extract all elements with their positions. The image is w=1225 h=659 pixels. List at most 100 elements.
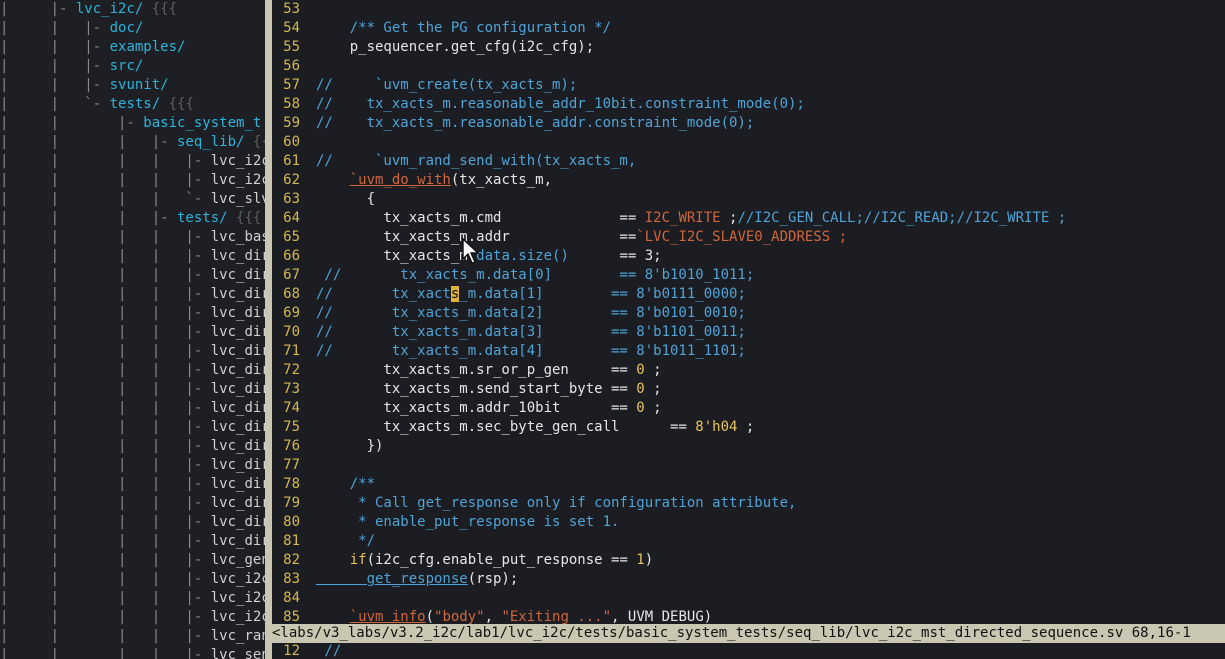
tree-file-item[interactable]: | | | | |- lvc_dire [0, 304, 267, 323]
tree-item-name: lvc_i2c/ [67, 1, 144, 17]
tree-file-item[interactable]: | | | | |- lvc_dire [0, 475, 267, 494]
tree-file-item[interactable]: | | | | |- lvc_dire [0, 285, 267, 304]
vertical-split-bar[interactable] [265, 0, 272, 659]
tree-file-item[interactable]: | | | | |- lvc_dire [0, 380, 267, 399]
tree-dir-item[interactable]: | |- lvc_i2c/ {{{ [0, 0, 267, 19]
code-token: get_response [316, 571, 468, 587]
code-line[interactable]: 54 /** Get the PG configuration */ [272, 19, 1225, 38]
tree-item-name: lvc_send [210, 647, 267, 659]
tree-item-name: lvc_dire [210, 381, 267, 397]
tree-file-item[interactable]: | | | | `- lvc_slv_ [0, 190, 267, 209]
tree-dir-item[interactable]: | | `- tests/ {{{ [0, 95, 267, 114]
code-line[interactable]: 66 tx_xacts_m.data.size() == 3; [272, 247, 1225, 266]
code-token: tx_xacts_m.sec_byte_gen_call == [316, 419, 696, 435]
code-line[interactable]: 70 // tx_xacts_m.data[3] == 8'b1101_0011; [272, 323, 1225, 342]
code-editor-pane[interactable]: 53 54 /** Get the PG configuration */55 p… [272, 0, 1225, 624]
code-line[interactable]: 58 // tx_xacts_m.reasonable_addr_10bit.co… [272, 95, 1225, 114]
code-line[interactable]: 77 [272, 456, 1225, 475]
tree-guides: | | | | |- [0, 419, 203, 435]
code-line[interactable]: 78 /** [272, 475, 1225, 494]
tree-file-item[interactable]: | | | | |- lvc_dire [0, 456, 267, 475]
code-line[interactable]: 56 [272, 57, 1225, 76]
tree-file-item[interactable]: | | | | |- lvc_dire [0, 494, 267, 513]
code-token: , [484, 609, 502, 624]
tree-file-item[interactable]: | | | | |- lvc_dire [0, 266, 267, 285]
tree-dir-item[interactable]: | | |- doc/ [0, 19, 267, 38]
code-token: // tx_xact [316, 286, 451, 302]
tree-dir-item[interactable]: | | |- examples/ [0, 38, 267, 57]
tree-dir-item[interactable]: | | |- basic_system_t [0, 114, 267, 133]
tree-guides: | | | | |- [0, 495, 203, 511]
tree-file-item[interactable]: | | | | |- lvc_rand [0, 627, 267, 646]
tree-item-name: basic_system_t [134, 115, 262, 131]
code-line[interactable]: 63 { [272, 190, 1225, 209]
tree-file-item[interactable]: | | | | |- lvc_dire [0, 323, 267, 342]
tree-guides: | | | | |- [0, 457, 203, 473]
code-line[interactable]: 76 }) [272, 437, 1225, 456]
code-line[interactable]: 60 [272, 133, 1225, 152]
tree-item-name: examples/ [101, 39, 186, 55]
tree-file-item[interactable]: | | | | |- lvc_dire [0, 361, 267, 380]
code-line[interactable]: 85 `uvm_info("body", "Exiting ...", UVM_… [272, 608, 1225, 624]
code-line[interactable]: 81 */ [272, 532, 1225, 551]
code-token: ; [644, 362, 662, 378]
code-token: ; [644, 381, 662, 397]
tree-item-name: lvc_i2c_ [210, 609, 267, 625]
code-token: // tx_xacts_m.reasonable_addr.constraint… [316, 115, 755, 131]
code-line[interactable]: 53 [272, 0, 1225, 19]
code-token: ) [644, 552, 654, 568]
tree-file-item[interactable]: | | | | |- lvc_gene [0, 551, 267, 570]
tree-guides: | | | | |- [0, 533, 203, 549]
line-number: 56 [283, 58, 300, 74]
tree-file-item[interactable]: | | | | |- lvc_dire [0, 532, 267, 551]
tree-file-item[interactable]: | | | | |- lvc_send [0, 646, 267, 659]
file-tree-pane[interactable]: | |- lvc_i2c/ {{{| | |- doc/| | |- examp… [0, 0, 267, 659]
tree-file-item[interactable]: | | | | |- lvc_i2c_ [0, 171, 267, 190]
tree-guides: | | | | |- [0, 628, 203, 644]
tree-file-item[interactable]: | | | | |- lvc_dire [0, 513, 267, 532]
tree-guides: | | |- [0, 115, 135, 131]
code-line[interactable]: 69 // tx_xacts_m.data[2] == 8'b0101_0010; [272, 304, 1225, 323]
tree-file-item[interactable]: | | | | |- lvc_dire [0, 437, 267, 456]
tree-file-item[interactable]: | | | | |- lvc_dire [0, 342, 267, 361]
code-line[interactable]: 82 if(i2c_cfg.enable_put_response == 1) [272, 551, 1225, 570]
tree-dir-item[interactable]: | | |- svunit/ [0, 76, 267, 95]
tree-item-name: lvc_dire [210, 476, 267, 492]
code-line[interactable]: 59 // tx_xacts_m.reasonable_addr.constrai… [272, 114, 1225, 133]
code-line[interactable]: 57 // `uvm_create(tx_xacts_m); [272, 76, 1225, 95]
tree-dir-item[interactable]: | | | |- seq_lib/ {{ [0, 133, 267, 152]
line-number: 73 [283, 381, 300, 397]
tree-guides: | | | | |- [0, 153, 203, 169]
code-line[interactable]: 75 tx_xacts_m.sec_byte_gen_call == 8'h04… [272, 418, 1225, 437]
code-line[interactable]: 62 `uvm_do_with(tx_xacts_m, [272, 171, 1225, 190]
tree-dir-item[interactable]: | | |- src/ [0, 57, 267, 76]
line-number: 68 [283, 286, 300, 302]
code-line[interactable]: 61 // `uvm_rand_send_with(tx_xacts_m, [272, 152, 1225, 171]
code-line[interactable]: 79 * Call get_response only if configura… [272, 494, 1225, 513]
code-line[interactable]: 65 tx_xacts_m.addr ==`LVC_I2C_SLAVE0_ADD… [272, 228, 1225, 247]
lower-window-line[interactable]: 12 // [272, 643, 1225, 659]
code-line[interactable]: 68// tx_xacts_m.data[1] == 8'b0111_0000; [272, 285, 1225, 304]
code-line[interactable]: 67 // tx_xacts_m.data[0] == 8'b1010_1011… [272, 266, 1225, 285]
tree-file-item[interactable]: | | | | |- lvc_dire [0, 247, 267, 266]
code-line[interactable]: 74 tx_xacts_m.addr_10bit == 0 ; [272, 399, 1225, 418]
tree-file-item[interactable]: | | | | |- lvc_i2c_ [0, 589, 267, 608]
code-line[interactable]: 80 * enable_put_response is set 1. [272, 513, 1225, 532]
code-line[interactable]: 73 tx_xacts_m.send_start_byte == 0 ; [272, 380, 1225, 399]
tree-file-item[interactable]: | | | | |- lvc_i2c_ [0, 608, 267, 627]
code-line[interactable]: 64 tx_xacts_m.cmd == I2C_WRITE ;//I2C_GE… [272, 209, 1225, 228]
tree-file-item[interactable]: | | | | |- lvc_base [0, 228, 267, 247]
code-token: 0 [636, 400, 645, 416]
tree-item-name: src/ [101, 58, 144, 74]
code-line[interactable]: 72 tx_xacts_m.sr_or_p_gen == 0 ; [272, 361, 1225, 380]
tree-file-item[interactable]: | | | | |- lvc_i2c_ [0, 152, 267, 171]
tree-file-item[interactable]: | | | | |- lvc_dire [0, 399, 267, 418]
code-line[interactable]: 55 p_sequencer.get_cfg(i2c_cfg); [272, 38, 1225, 57]
code-line[interactable]: 84 [272, 589, 1225, 608]
code-line[interactable]: 71 // tx_xacts_m.data[4] == 8'b1011_1101; [272, 342, 1225, 361]
tree-file-item[interactable]: | | | | |- lvc_dire [0, 418, 267, 437]
tree-file-item[interactable]: | | | | |- lvc_i2c_ [0, 570, 267, 589]
code-line[interactable]: 83 get_response(rsp); [272, 570, 1225, 589]
code-token: /** Get the PG configuration */ [316, 20, 612, 36]
tree-dir-item[interactable]: | | | |- tests/ {{{ [0, 209, 267, 228]
